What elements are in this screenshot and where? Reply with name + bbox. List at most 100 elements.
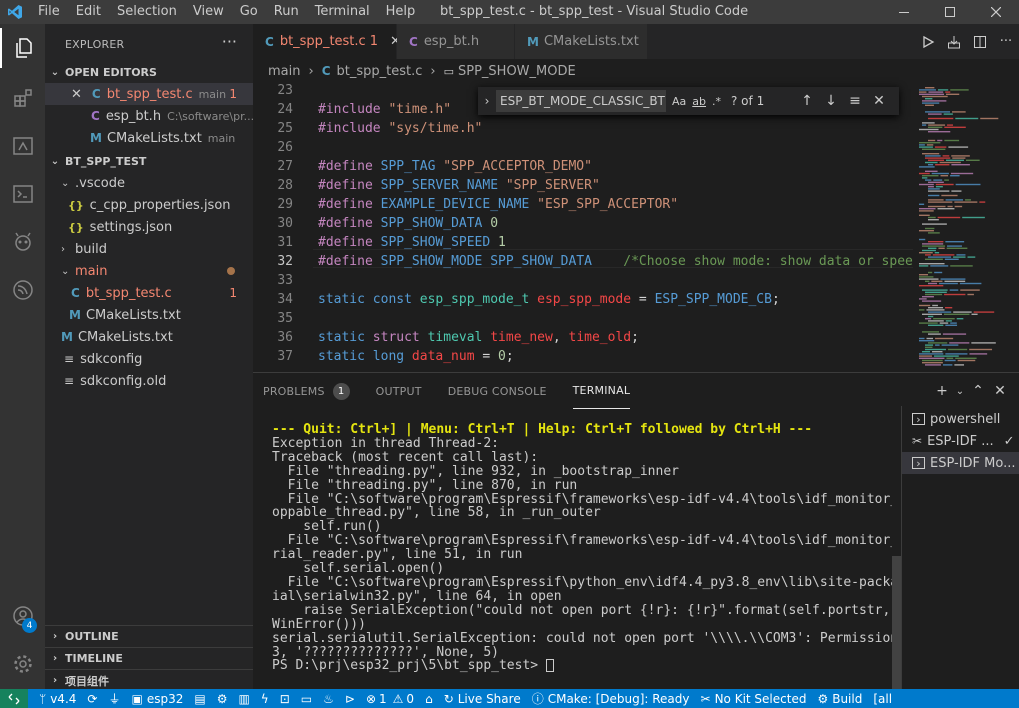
explorer-icon[interactable] <box>0 28 45 68</box>
branch-item[interactable]: ᛘ v4.4 <box>39 692 76 706</box>
menu-view[interactable]: View <box>185 0 232 24</box>
tab-problems[interactable]: PROBLEMS 1 <box>263 373 350 409</box>
home-icon[interactable]: ⌂ <box>425 692 433 706</box>
tab-bt-spp-test[interactable]: C bt_spp_test.c 1 ✕ <box>253 24 401 59</box>
tab-output[interactable]: OUTPUT <box>376 373 422 409</box>
chevron-up-icon[interactable]: ⌃ <box>967 383 989 399</box>
more-actions-icon[interactable]: ··· <box>993 34 1019 49</box>
file-root-cmakelists[interactable]: M CMakeLists.txt <box>45 326 253 348</box>
terminal-line: File "C:\software\program\Espressif\fram… <box>272 533 892 549</box>
kit-item[interactable]: ✂ No Kit Selected <box>701 692 807 706</box>
minimap[interactable] <box>913 83 1019 372</box>
terminal-scrollbar[interactable] <box>892 556 901 689</box>
account-icon[interactable]: 4 <box>0 596 45 636</box>
minimize-button[interactable] <box>881 0 927 24</box>
tab-cmakelists[interactable]: M CMakeLists.txt <box>515 24 648 59</box>
menu-run[interactable]: Run <box>266 0 307 24</box>
find-in-selection-icon[interactable]: ≡ <box>843 93 867 109</box>
problems-item[interactable]: ⊗ 1 ⚠ 0 <box>366 692 414 706</box>
plus-icon[interactable]: + <box>931 383 953 399</box>
open-editor-item[interactable]: M CMakeLists.txt main <box>45 127 253 149</box>
monitor-icon[interactable]: ▭ <box>301 692 312 706</box>
espressif-icon[interactable] <box>0 270 45 310</box>
target-item[interactable]: ▣ esp32 <box>131 692 183 706</box>
tab-debug-console[interactable]: DEBUG CONSOLE <box>448 373 547 409</box>
file-sdkconfig[interactable]: ≡ sdkconfig <box>45 348 253 370</box>
breadcrumb-symbol[interactable]: SPP_SHOW_MODE <box>458 64 576 79</box>
tab-terminal[interactable]: TERMINAL <box>572 373 631 409</box>
file-c-cpp-properties[interactable]: {} c_cpp_properties.json <box>45 194 253 216</box>
close-window-button[interactable] <box>973 0 1019 24</box>
close-icon[interactable]: ✕ <box>989 383 1011 399</box>
terminal-item-esp-idf[interactable]: ✂ ESP-IDF ... ✓ <box>902 430 1019 452</box>
folder-icon[interactable]: ▤ <box>194 692 205 706</box>
cmake-status-item[interactable]: ⓘ CMake: [Debug]: Ready <box>532 690 690 707</box>
menu-terminal[interactable]: Terminal <box>307 0 378 24</box>
chevron-right-icon[interactable]: › <box>478 94 496 108</box>
outline-header[interactable]: › OUTLINE <box>45 625 253 647</box>
open-editors-header[interactable]: ⌄ OPEN EDITORS <box>45 61 253 83</box>
file-settings[interactable]: {} settings.json <box>45 216 253 238</box>
close-icon[interactable]: ✕ <box>867 93 891 109</box>
find-input[interactable]: ESP_BT_MODE_CLASSIC_BT <box>496 90 666 112</box>
menu-go[interactable]: Go <box>232 0 266 24</box>
folder-build[interactable]: › build <box>45 238 253 260</box>
remote-indicator[interactable] <box>0 689 28 708</box>
open-editor-item[interactable]: ✕ C bt_spp_test.c main 1 <box>45 83 253 105</box>
bottom-panel: PROBLEMS 1 OUTPUT DEBUG CONSOLE TERMINAL… <box>253 372 1019 690</box>
terminal-icon[interactable]: ⊳ <box>345 692 355 706</box>
terminal-view-icon[interactable] <box>0 174 45 214</box>
file-sdkconfig-old[interactable]: ≡ sdkconfig.old <box>45 370 253 392</box>
build-item[interactable]: ⚙ Build <box>817 692 862 706</box>
gear-icon[interactable]: ⚙ <box>217 692 228 706</box>
sync-icon[interactable]: ⟳ <box>87 692 97 706</box>
menu-help[interactable]: Help <box>378 0 424 24</box>
menu-selection[interactable]: Selection <box>109 0 185 24</box>
timeline-header[interactable]: › TIMELINE <box>45 647 253 669</box>
match-case-toggle[interactable]: Aa <box>672 95 686 108</box>
arrow-down-icon[interactable]: ↓ <box>819 93 843 109</box>
file-main-cmakelists[interactable]: M CMakeLists.txt <box>45 304 253 326</box>
gear-icon[interactable] <box>0 644 45 684</box>
code-editor[interactable]: 23 24 #include "time.h" 25 #include "sys/tim… <box>253 83 1019 372</box>
split-editor-icon[interactable] <box>967 35 993 49</box>
line-number: 26 <box>277 140 293 155</box>
trash-icon[interactable]: ▥ <box>238 692 249 706</box>
terminal-output[interactable]: --- Quit: Ctrl+] | Menu: Ctrl+T | Help: … <box>272 423 892 689</box>
arrow-up-icon[interactable]: ↑ <box>795 93 819 109</box>
debug-icon[interactable]: ⊡ <box>280 692 290 706</box>
maximize-button[interactable] <box>927 0 973 24</box>
match-word-toggle[interactable]: ab <box>692 95 706 108</box>
open-editor-item[interactable]: C esp_bt.h C:\software\pr... <box>45 105 253 127</box>
build-target-item[interactable]: [all <box>873 692 892 706</box>
line-number: 31 <box>277 235 293 250</box>
terminal-line: self.serial.open() <box>272 561 445 577</box>
more-actions-icon[interactable]: ··· <box>222 32 237 51</box>
alien-icon[interactable] <box>0 222 45 262</box>
project-components-header[interactable]: › 项目组件 <box>45 669 253 689</box>
project-header[interactable]: ⌄ BT_SPP_TEST <box>45 150 253 172</box>
regex-toggle[interactable]: .* <box>712 95 721 108</box>
terminal-item-powershell[interactable]: › powershell <box>902 408 1019 430</box>
close-icon[interactable]: ✕ <box>71 87 82 102</box>
folder-vscode[interactable]: ⌄ .vscode <box>45 172 253 194</box>
plug-icon[interactable]: ⏚ <box>108 690 120 707</box>
extensions-icon[interactable] <box>0 78 45 118</box>
live-share-item[interactable]: ↻ Live Share <box>444 692 521 706</box>
remote-explorer-icon[interactable] <box>0 126 45 166</box>
file-bt-spp-test[interactable]: C bt_spp_test.c 1 <box>45 282 253 304</box>
tab-esp-bt[interactable]: C esp_bt.h <box>397 24 515 59</box>
breadcrumb-folder[interactable]: main <box>268 64 300 79</box>
breadcrumb-file[interactable]: bt_spp_test.c <box>337 64 423 79</box>
flame-icon[interactable]: ♨ <box>323 692 334 706</box>
folder-main[interactable]: ⌄ main <box>45 260 253 282</box>
code-line: #define SPP_TAG "SPP_ACCEPTOR_DEMO" <box>318 159 592 174</box>
flash-icon[interactable]: ϟ <box>261 692 269 706</box>
menu-edit[interactable]: Edit <box>68 0 109 24</box>
menu-file[interactable]: File <box>30 0 68 24</box>
run-icon[interactable] <box>915 35 941 49</box>
chevron-down-icon[interactable]: ⌄ <box>953 386 967 397</box>
terminal-item-esp-idf-monitor[interactable]: › ESP-IDF Mo... <box>902 452 1019 474</box>
download-icon[interactable] <box>941 35 967 49</box>
error-icon: ⊗ <box>365 691 377 706</box>
